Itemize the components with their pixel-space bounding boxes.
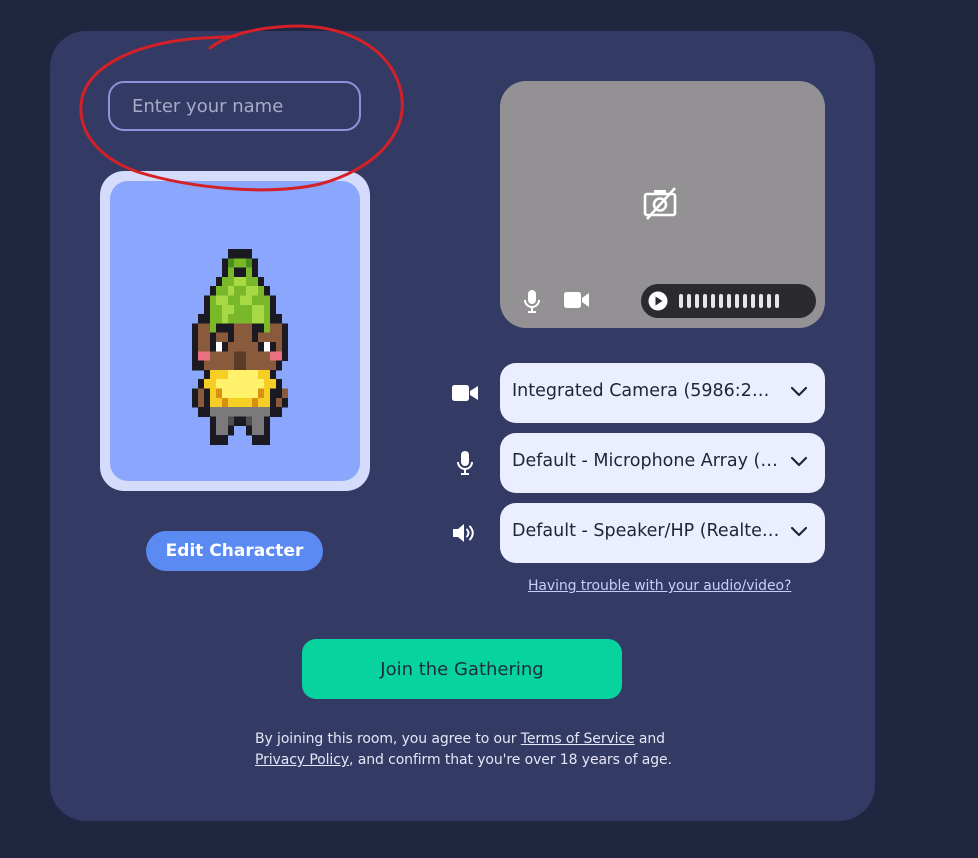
preview-mic-toggle-icon[interactable] <box>523 289 541 313</box>
terms-prefix: By joining this room, you agree to our <box>255 731 521 747</box>
microphone-select-value: Default - Microphone Array (Realtek(R) A… <box>512 451 780 471</box>
avatar-sprite <box>192 249 288 445</box>
av-trouble-link[interactable]: Having trouble with your audio/video? <box>528 578 791 594</box>
terms-and: and <box>634 731 665 747</box>
camera-off-icon <box>643 187 677 220</box>
chevron-down-icon <box>790 386 808 397</box>
audio-level-bar <box>679 294 683 308</box>
terms-suffix: , and confirm that you're over 18 years … <box>349 752 672 768</box>
privacy-policy-link[interactable]: Privacy Policy <box>255 752 349 768</box>
camera-select-value: Integrated Camera (5986:2115) <box>512 381 780 401</box>
audio-test-bar[interactable] <box>641 284 816 318</box>
speaker-select-value: Default - Speaker/HP (Realtek(R) Audio) <box>512 521 780 541</box>
microphone-select[interactable]: Default - Microphone Array (Realtek(R) A… <box>500 433 825 493</box>
audio-level-bar <box>703 294 707 308</box>
audio-level-bar <box>719 294 723 308</box>
chevron-down-icon <box>790 526 808 537</box>
speaker-select[interactable]: Default - Speaker/HP (Realtek(R) Audio) <box>500 503 825 563</box>
audio-level-bar <box>711 294 715 308</box>
terms-notice: By joining this room, you agree to our T… <box>255 729 695 771</box>
camera-device-row: Integrated Camera (5986:2115) <box>448 363 825 423</box>
edit-character-button[interactable]: Edit Character <box>146 531 323 571</box>
audio-level-meter <box>679 294 779 308</box>
audio-level-bar <box>727 294 731 308</box>
audio-level-bar <box>695 294 699 308</box>
audio-level-bar <box>743 294 747 308</box>
audio-level-bar <box>759 294 763 308</box>
avatar-frame <box>100 171 370 491</box>
microphone-icon <box>448 449 482 477</box>
microphone-device-row: Default - Microphone Array (Realtek(R) A… <box>448 433 825 493</box>
chevron-down-icon <box>790 456 808 467</box>
avatar-preview <box>110 181 360 481</box>
audio-level-bar <box>775 294 779 308</box>
terms-of-service-link[interactable]: Terms of Service <box>521 731 635 747</box>
camera-icon <box>448 379 482 407</box>
audio-level-bar <box>687 294 691 308</box>
audio-level-bar <box>735 294 739 308</box>
audio-level-bar <box>751 294 755 308</box>
name-input[interactable] <box>108 81 361 131</box>
camera-select[interactable]: Integrated Camera (5986:2115) <box>500 363 825 423</box>
play-icon[interactable] <box>648 291 668 311</box>
speaker-device-row: Default - Speaker/HP (Realtek(R) Audio) <box>448 503 825 563</box>
speaker-icon <box>448 519 482 547</box>
video-preview <box>500 81 825 328</box>
join-gathering-button[interactable]: Join the Gathering <box>302 639 622 699</box>
preview-camera-toggle-icon[interactable] <box>564 291 590 309</box>
audio-level-bar <box>767 294 771 308</box>
